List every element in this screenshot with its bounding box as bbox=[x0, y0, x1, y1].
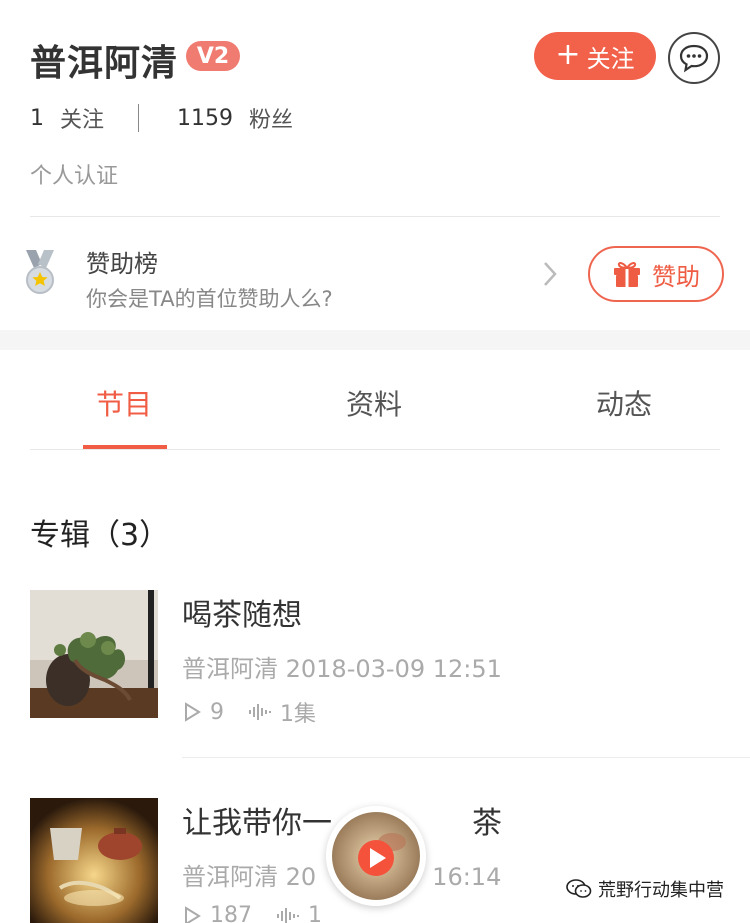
album-cover-illustration bbox=[30, 798, 158, 923]
album-stats: 187 1 bbox=[182, 903, 346, 923]
following-label[interactable]: 关注 bbox=[60, 102, 104, 134]
fans-label[interactable]: 粉丝 bbox=[249, 102, 293, 134]
floating-player-cover bbox=[332, 812, 420, 900]
divider bbox=[182, 757, 750, 758]
audio-wave-icon bbox=[249, 704, 271, 720]
album-meta-end: 16:14 bbox=[432, 863, 502, 891]
tab-activity[interactable]: 动态 bbox=[596, 383, 652, 423]
album-episode-count: 1 bbox=[308, 903, 322, 923]
watermark: 荒野行动集中营 bbox=[566, 876, 724, 902]
sponsor-button-label: 赞助 bbox=[652, 262, 700, 291]
wechat-icon bbox=[566, 879, 592, 898]
album-cover-illustration bbox=[30, 590, 158, 718]
album-meta-start: 普洱阿清 20 bbox=[182, 863, 317, 891]
divider bbox=[30, 216, 720, 217]
album-title-end: 茶 bbox=[472, 806, 502, 841]
certification-label: 个人认证 bbox=[30, 164, 119, 189]
medal-icon bbox=[26, 250, 54, 294]
watermark-text: 荒野行动集中营 bbox=[598, 880, 724, 901]
tab-programs[interactable]: 节目 bbox=[96, 383, 152, 423]
vip-level-badge: V2 bbox=[186, 41, 240, 71]
follow-stats: 1 关注 1159 粉丝 bbox=[30, 101, 293, 135]
fans-count[interactable]: 1159 bbox=[177, 106, 233, 131]
profile-name: 普洱阿清 bbox=[30, 43, 179, 84]
sponsor-button[interactable]: 赞助 bbox=[588, 246, 724, 302]
tab-profile[interactable]: 资料 bbox=[346, 383, 402, 423]
play-icon bbox=[185, 702, 201, 722]
chevron-right-icon[interactable] bbox=[540, 260, 560, 288]
album-cover-image[interactable] bbox=[30, 590, 158, 718]
album-stats: 9 1集 bbox=[182, 696, 340, 728]
follow-button[interactable]: + 关注 bbox=[534, 32, 656, 80]
album-play-count: 9 bbox=[210, 699, 224, 725]
gift-icon bbox=[614, 262, 640, 287]
album-title-start: 让我带你一 bbox=[182, 806, 332, 841]
divider bbox=[30, 449, 720, 450]
album-meta: 普洱阿清 2018-03-09 12:51 bbox=[182, 655, 502, 683]
album-play-count: 187 bbox=[210, 903, 252, 923]
album-episode-count: 1集 bbox=[280, 702, 316, 727]
section-gap bbox=[0, 330, 750, 350]
profile-header: 普洱阿清 V2 + 关注 1 关注 1159 粉丝 个人认证 赞助榜 你会是TA… bbox=[0, 0, 750, 330]
follow-button-label: 关注 bbox=[586, 44, 635, 73]
tab-bar: 节目 资料 动态 bbox=[0, 350, 750, 450]
sponsor-board-title[interactable]: 赞助榜 bbox=[86, 244, 158, 279]
floating-player-art bbox=[332, 812, 420, 900]
plus-icon: + bbox=[555, 36, 581, 72]
album-title[interactable]: 喝茶随想 bbox=[182, 590, 302, 634]
following-count[interactable]: 1 bbox=[30, 106, 44, 131]
play-icon bbox=[185, 905, 201, 923]
message-button[interactable] bbox=[668, 32, 720, 84]
floating-player-button[interactable] bbox=[326, 806, 426, 906]
chat-bubble-icon bbox=[679, 44, 709, 73]
sponsor-board-subtitle: 你会是TA的首位赞助人么? bbox=[86, 287, 333, 311]
albums-section-title: 专辑（3） bbox=[30, 518, 170, 553]
stats-divider bbox=[138, 104, 140, 132]
audio-wave-icon bbox=[277, 907, 299, 923]
album-cover-image[interactable] bbox=[30, 798, 158, 923]
